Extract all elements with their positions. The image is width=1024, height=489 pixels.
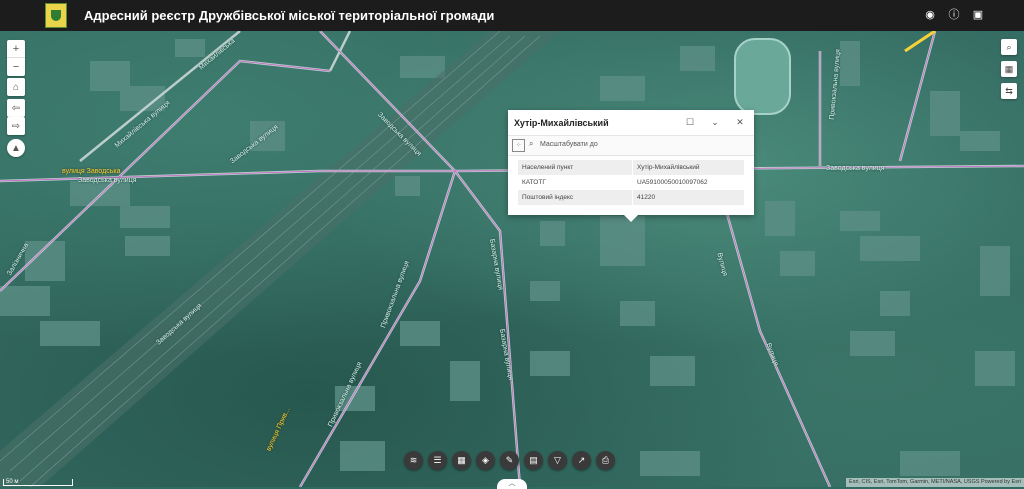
- arrow-right-icon: ⇨: [11, 120, 21, 132]
- field-name: Населений пункт: [518, 160, 633, 175]
- app-header: Адресний реєстр Дружбівської міської тер…: [0, 0, 1024, 31]
- field-name: КАТОТГ: [518, 175, 633, 190]
- feature-popup: Хутір-Михайлівський ☐ ⌄ ✕ ⁘ ⌕ Масштабува…: [508, 110, 754, 222]
- share-icon: ↗: [577, 455, 586, 465]
- expand-panel-button[interactable]: ︿: [497, 479, 527, 489]
- popup-title: Хутір-Михайлівський: [514, 118, 609, 128]
- document-icon: ▤: [529, 455, 538, 465]
- info-icon[interactable]: ⓘ: [948, 9, 960, 21]
- street-label: Заводська вулиця: [826, 165, 885, 172]
- field-value: 41220: [632, 190, 744, 205]
- close-button[interactable]: ✕: [734, 116, 746, 128]
- collapse-button[interactable]: ⌄: [709, 116, 721, 128]
- eye-icon[interactable]: ◉: [924, 9, 936, 21]
- print-layout-button[interactable]: ▤: [524, 451, 543, 470]
- zoom-control: + −: [7, 40, 25, 76]
- chevron-up-icon: ︿: [508, 480, 516, 487]
- legend-icon: ☰: [433, 455, 442, 465]
- street-label: Заводська вулиця: [78, 177, 137, 184]
- layers-button[interactable]: ≋: [404, 451, 423, 470]
- map-view[interactable]: вулиця Заводська Заводська вулиця Заводс…: [0, 31, 1024, 487]
- next-extent-button[interactable]: ⇨: [7, 117, 25, 135]
- previous-extent-button[interactable]: ⇦: [7, 99, 25, 117]
- print-button[interactable]: ⎙: [596, 451, 615, 470]
- zoom-out-button[interactable]: −: [7, 58, 25, 76]
- close-icon: ✕: [736, 117, 744, 127]
- filter-button[interactable]: ▽: [548, 451, 567, 470]
- table-row: КАТОТГ UA59100050010097062: [518, 175, 744, 190]
- bookmarks-button[interactable]: ◈: [476, 451, 495, 470]
- table-row: Поштовий індекс 41220: [518, 190, 744, 205]
- swipe-icon: ⇆: [1005, 85, 1013, 96]
- basemap-gallery-button[interactable]: ▦: [452, 451, 471, 470]
- basemap-icon: ▦: [1004, 63, 1014, 74]
- measure-button[interactable]: ✎: [500, 451, 519, 470]
- bookmark-icon: ◈: [482, 455, 489, 465]
- search-icon: ⌕: [1006, 41, 1012, 52]
- chevron-down-icon: ⌄: [711, 117, 719, 127]
- filter-icon: ▽: [554, 455, 561, 465]
- zoom-to-button[interactable]: Масштабувати до: [540, 141, 598, 148]
- compass-icon: ▲: [11, 142, 21, 154]
- save-icon[interactable]: ▣: [972, 9, 984, 21]
- home-icon: ⌂: [12, 81, 20, 93]
- actions-grid-icon[interactable]: ⁘: [512, 139, 525, 152]
- share-button[interactable]: ↗: [572, 451, 591, 470]
- coat-of-arms-logo: [45, 3, 67, 28]
- dock-button[interactable]: ☐: [684, 116, 696, 128]
- zoom-in-button[interactable]: +: [7, 40, 25, 58]
- printer-icon: ⎙: [601, 455, 610, 465]
- grid-icon: ▦: [457, 455, 466, 465]
- search-button[interactable]: ⌕: [1001, 39, 1017, 55]
- basemap-button[interactable]: ▦: [1001, 61, 1017, 77]
- swipe-button[interactable]: ⇆: [1001, 83, 1017, 99]
- popup-toolbar: ⁘ ⌕ Масштабувати до: [508, 135, 754, 156]
- field-value: UA59100050010097062: [632, 175, 744, 190]
- field-name: Поштовий індекс: [518, 190, 633, 205]
- map-attribution: Esri, CIS, Esri, TomTom, Garmin, METI/NA…: [846, 478, 1024, 487]
- table-row: Населений пункт Хутір-Михайлівський: [518, 160, 744, 175]
- app-title: Адресний реєстр Дружбівської міської тер…: [84, 8, 495, 23]
- layers-icon: ≋: [409, 455, 418, 465]
- arrow-left-icon: ⇦: [11, 102, 21, 114]
- zoom-to-icon: ⌕: [529, 139, 534, 148]
- legend-button[interactable]: ☰: [428, 451, 447, 470]
- map-imagery: [0, 31, 1024, 487]
- bottom-toolbar: ≋ ☰ ▦ ◈ ✎ ▤ ▽ ↗ ⎙: [404, 451, 615, 473]
- field-value: Хутір-Михайлівський: [632, 160, 744, 175]
- street-label-zavodska-highlight: вулиця Заводська: [62, 168, 121, 175]
- measure-icon: ✎: [505, 455, 514, 465]
- attribute-table: Населений пункт Хутір-Михайлівський КАТО…: [518, 160, 744, 205]
- compass-button[interactable]: ▲: [7, 139, 25, 157]
- home-button[interactable]: ⌂: [7, 78, 25, 96]
- scale-bar: 50 м: [3, 479, 73, 486]
